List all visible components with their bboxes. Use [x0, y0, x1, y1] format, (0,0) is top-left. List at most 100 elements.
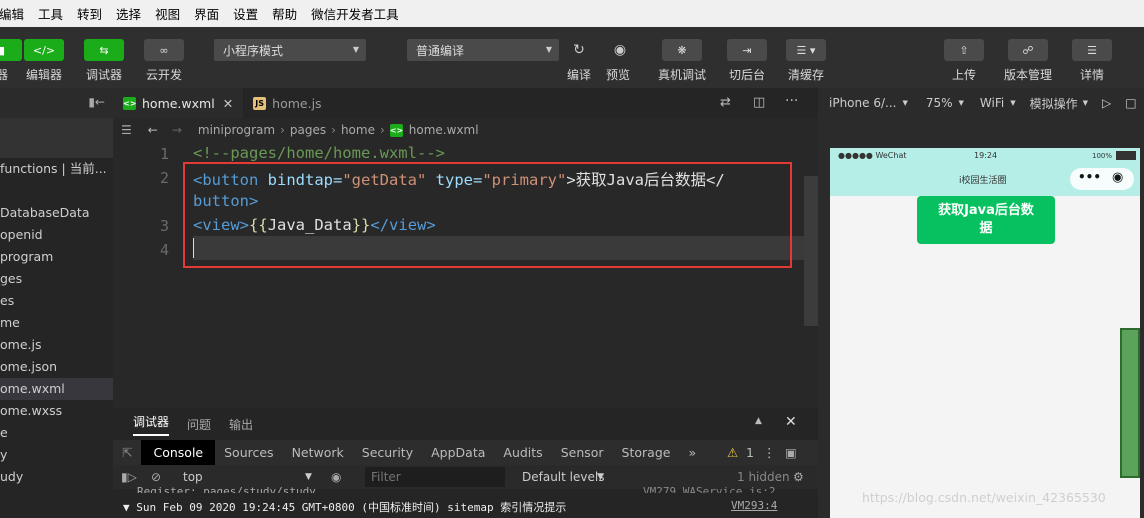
breadcrumb-item[interactable]: home	[341, 123, 375, 137]
tree-item[interactable]: es	[0, 290, 113, 312]
tree-item[interactable]	[0, 180, 113, 202]
details-button[interactable]: ☰ 详情	[1072, 27, 1112, 88]
close-icon[interactable]: ✕	[785, 414, 797, 430]
menu-tools[interactable]: 工具	[31, 4, 70, 23]
eye-icon[interactable]: ◉	[331, 470, 341, 484]
tab-output[interactable]: 输出	[229, 416, 253, 433]
tree-item[interactable]: ges	[0, 268, 113, 290]
tab-console[interactable]: Console	[141, 440, 216, 465]
simulate-ops-select[interactable]: 模拟操作	[1030, 95, 1078, 112]
scrollbar[interactable]	[804, 176, 818, 326]
tree-item[interactable]: e	[0, 422, 113, 444]
menu-help[interactable]: 帮助	[265, 4, 304, 23]
tab-audits[interactable]: Audits	[494, 445, 551, 460]
tree-item[interactable]: y	[0, 444, 113, 466]
menu-settings[interactable]: 设置	[226, 4, 265, 23]
console-filter-input[interactable]	[365, 467, 505, 487]
menu-interface[interactable]: 界面	[187, 4, 226, 23]
version-button[interactable]: ☍ 版本管理	[1004, 27, 1052, 88]
list-icon[interactable]: ☰	[121, 123, 132, 137]
tree-item-active[interactable]: ome.wxml	[0, 378, 113, 400]
breadcrumb-item[interactable]: miniprogram	[198, 123, 275, 137]
tree-item[interactable]: udy	[0, 466, 113, 488]
tab-sources[interactable]: Sources	[215, 445, 282, 460]
tab-appdata[interactable]: AppData	[422, 445, 494, 460]
log-message[interactable]: ▼ Sun Feb 09 2020 19:24:45 GMT+0800 (中国标…	[123, 499, 566, 513]
zoom-select[interactable]: 75%	[926, 96, 953, 110]
tree-item[interactable]: functions | 当前...	[0, 158, 113, 180]
branch-icon: ☍	[1008, 39, 1048, 61]
log-source-link[interactable]: VM279 WAService.js:2	[643, 485, 775, 493]
network-select[interactable]: WiFi	[980, 96, 1004, 110]
tab-debugger[interactable]: 调试器	[133, 413, 170, 436]
refresh-icon: ↻	[573, 42, 585, 58]
clear-cache-button[interactable]: ☰ ▾ 清缓存	[786, 27, 826, 88]
chevron-up-icon[interactable]: ▲	[755, 416, 762, 426]
context-select[interactable]: top	[183, 470, 203, 484]
tab-home-wxml[interactable]: <> home.wxml ✕	[113, 88, 244, 118]
capsule-menu[interactable]: ••• ◉	[1070, 168, 1134, 190]
upload-button[interactable]: ⇧ 上传	[944, 27, 984, 88]
tree-item[interactable]: DatabaseData	[0, 202, 113, 224]
tab-sensor[interactable]: Sensor	[552, 445, 613, 460]
log-source-link[interactable]: VM293:4	[727, 499, 778, 512]
tree-item[interactable]: ome.wxss	[0, 400, 113, 422]
breadcrumb-item[interactable]: home.wxml	[409, 123, 479, 137]
gear-icon[interactable]: ⚙	[793, 470, 804, 484]
tab-home-js[interactable]: JS home.js	[243, 88, 331, 118]
sidebar-toggle-icon[interactable]: ▮▷	[121, 470, 137, 484]
menu-view[interactable]: 视图	[148, 4, 187, 23]
kebab-icon[interactable]: ⋮	[763, 445, 776, 460]
remote-debug-button[interactable]: ❋ 真机调试	[658, 27, 706, 88]
device-select[interactable]: iPhone 6/...	[829, 96, 896, 110]
window-icon[interactable]: □	[1125, 96, 1136, 110]
dock-icon[interactable]: ▣	[785, 445, 797, 460]
forward-icon[interactable]: →	[172, 123, 182, 137]
tab-problems[interactable]: 问题	[187, 416, 211, 433]
close-icon[interactable]: ✕	[223, 96, 233, 111]
inspect-icon[interactable]: ⇱	[113, 445, 141, 460]
collapse-icon[interactable]: ▮←	[88, 95, 105, 109]
compile-mode-select[interactable]: 普通编译 ▼	[407, 39, 559, 61]
mode-select[interactable]: 小程序模式 ▼	[214, 39, 366, 61]
tree-item[interactable]: ome.json	[0, 356, 113, 378]
split-editor-icon[interactable]: ◫	[753, 95, 765, 110]
file-explorer: ▮← functions | 当前... DatabaseData openid…	[0, 88, 113, 518]
back-icon[interactable]: ←	[148, 123, 158, 137]
menu-edit[interactable]: 编辑	[0, 4, 31, 23]
tree-item[interactable]: me	[0, 312, 113, 334]
close-circle-icon[interactable]: ◉	[1112, 170, 1123, 185]
editor-toggle[interactable]: </> 编辑器	[24, 27, 64, 88]
tab-security[interactable]: Security	[353, 445, 422, 460]
clear-console-icon[interactable]: ⊘	[151, 470, 161, 484]
wechat-nav-bar: ●●●●● WeChat 19:24 100% i校园生活圈 ••• ◉	[830, 148, 1140, 196]
menu-goto[interactable]: 转到	[70, 4, 109, 23]
get-java-data-button[interactable]: 获取Java后台数据	[917, 196, 1055, 244]
background-label: 切后台	[728, 68, 765, 82]
more-icon[interactable]: ···	[785, 93, 798, 109]
compile-button[interactable]: ↻	[568, 39, 590, 61]
debugger-toggle[interactable]: ⇆ 调试器	[84, 27, 124, 88]
speaker-icon[interactable]: ▷	[1102, 96, 1111, 110]
tab-storage[interactable]: Storage	[613, 445, 680, 460]
tree-item[interactable]: ome.js	[0, 334, 113, 356]
simulator-panel: iPhone 6/... ▼ 75% ▼ WiFi ▼ 模拟操作 ▼ ▷ □ ●…	[818, 88, 1144, 518]
phone-screen: ●●●●● WeChat 19:24 100% i校园生活圈 ••• ◉ 获取J…	[830, 148, 1140, 518]
background-button[interactable]: ⇥ 切后台	[727, 27, 767, 88]
preview-button[interactable]: ◉	[606, 39, 634, 61]
chevron-down-icon: ▼	[597, 472, 604, 482]
compare-icon[interactable]: ⇄	[720, 95, 731, 110]
tab-network[interactable]: Network	[283, 445, 353, 460]
tree-item[interactable]: program	[0, 246, 113, 268]
breadcrumb-item[interactable]: pages	[290, 123, 326, 137]
line-number: 4	[159, 241, 169, 259]
tree-item[interactable]: openid	[0, 224, 113, 246]
warning-count[interactable]: 1	[737, 445, 763, 460]
menu-select[interactable]: 选择	[109, 4, 148, 23]
cloud-button[interactable]: ∞ 云开发	[144, 27, 184, 88]
partial-toolbar-item[interactable]: ▮ 器	[0, 27, 22, 88]
menu-wechat-devtools[interactable]: 微信开发者工具	[304, 4, 406, 23]
log-levels-select[interactable]: Default levels	[522, 470, 604, 484]
more-dots-icon[interactable]: •••	[1078, 170, 1101, 184]
more-tabs-button[interactable]: »	[679, 445, 705, 460]
